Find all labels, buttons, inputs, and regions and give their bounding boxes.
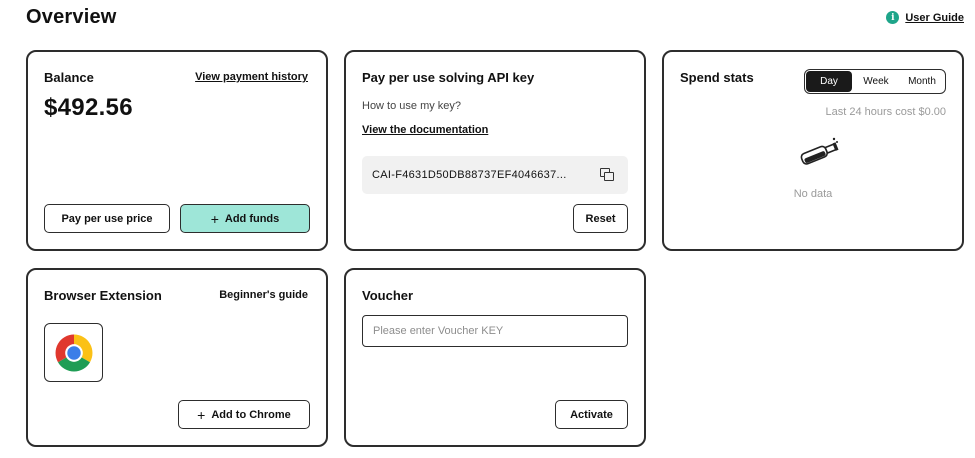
- view-documentation-link[interactable]: View the documentation: [362, 124, 488, 136]
- add-funds-label: Add funds: [224, 212, 280, 225]
- reset-button[interactable]: Reset: [573, 204, 628, 233]
- browser-extension-card: Browser Extension Beginner's guide + Add…: [26, 268, 328, 447]
- voucher-title: Voucher: [362, 288, 414, 303]
- user-guide-link[interactable]: i User Guide: [886, 11, 964, 24]
- spend-stats-title: Spend stats: [680, 70, 754, 85]
- voucher-key-input[interactable]: [362, 315, 628, 347]
- user-guide-label: User Guide: [905, 11, 964, 24]
- beginners-guide-link[interactable]: Beginner's guide: [219, 289, 308, 301]
- pay-per-use-price-label: Pay per use price: [61, 212, 153, 225]
- no-data-label: No data: [793, 188, 833, 200]
- last-24h-cost: Last 24 hours cost $0.00: [825, 106, 946, 118]
- pay-per-use-price-button[interactable]: Pay per use price: [44, 204, 170, 233]
- activate-label: Activate: [570, 408, 613, 421]
- plus-icon: +: [197, 406, 206, 423]
- page-title: Overview: [26, 6, 117, 28]
- balance-amount: $492.56: [44, 94, 133, 121]
- chrome-icon: [55, 334, 92, 371]
- reset-label: Reset: [585, 212, 616, 225]
- tab-week[interactable]: Week: [853, 70, 899, 93]
- how-to-use-text: How to use my key?: [362, 100, 462, 112]
- browser-extension-title: Browser Extension: [44, 288, 162, 303]
- add-to-chrome-label: Add to Chrome: [211, 408, 291, 421]
- empty-bottle-icon: [800, 137, 839, 165]
- api-key-title: Pay per use solving API key: [362, 70, 535, 85]
- api-key-card: Pay per use solving API key How to use m…: [344, 50, 646, 251]
- api-key-box: CAI-F4631D50DB88737EF4046637...: [362, 156, 628, 194]
- balance-card: Balance View payment history $492.56 Pay…: [26, 50, 328, 251]
- spend-stats-card: Spend stats Day Week Month Last 24 hours…: [662, 50, 964, 251]
- balance-title: Balance: [44, 70, 94, 85]
- chrome-extension-tile[interactable]: [44, 323, 103, 382]
- tab-month[interactable]: Month: [899, 70, 945, 93]
- add-to-chrome-button[interactable]: + Add to Chrome: [178, 400, 310, 429]
- plus-icon: +: [210, 210, 219, 227]
- copy-icon[interactable]: [600, 168, 616, 182]
- tab-day[interactable]: Day: [806, 71, 852, 92]
- view-payment-history-link[interactable]: View payment history: [195, 71, 308, 83]
- info-icon: i: [886, 11, 900, 24]
- activate-button[interactable]: Activate: [555, 400, 628, 429]
- add-funds-button[interactable]: + Add funds: [180, 204, 310, 233]
- api-key-value: CAI-F4631D50DB88737EF4046637...: [372, 169, 567, 181]
- period-toggle: Day Week Month: [804, 69, 946, 94]
- voucher-card: Voucher Activate: [344, 268, 646, 447]
